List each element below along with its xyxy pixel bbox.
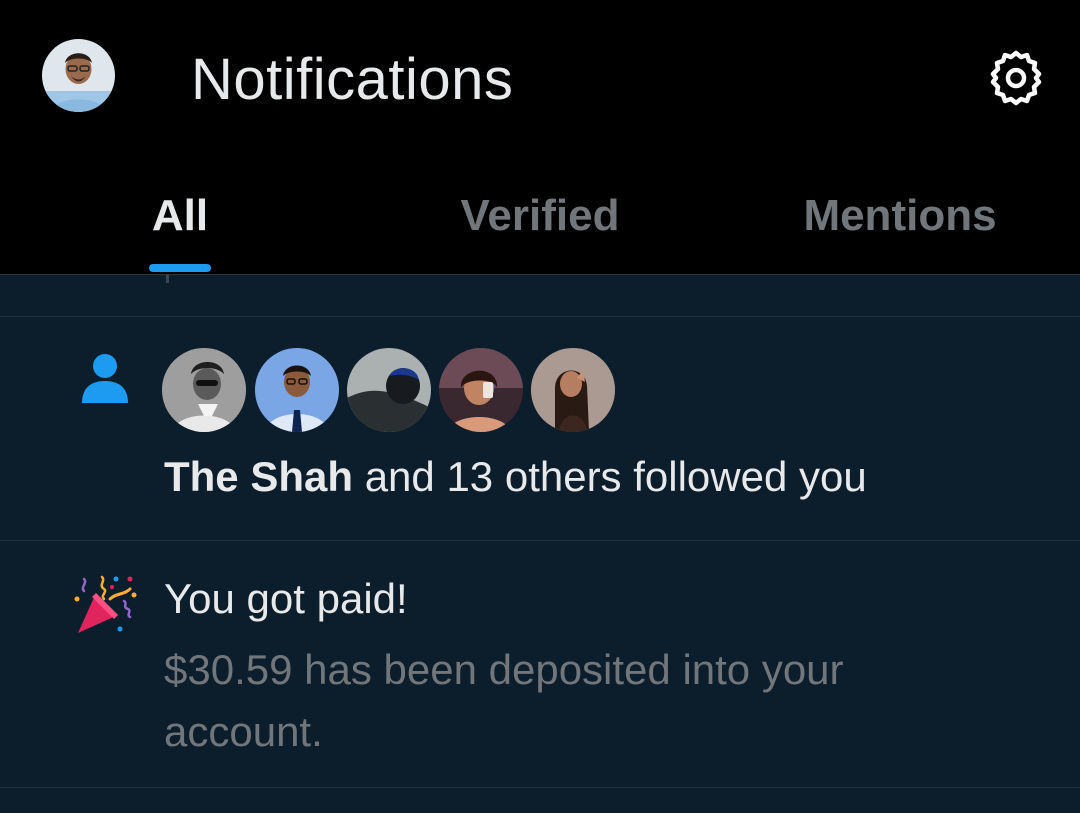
tab-verified[interactable]: Verified [440,186,640,246]
gear-icon [990,50,1042,106]
top-bar: Notifications All Verified Mentions [0,0,1080,275]
follow-message-text: and 13 others followed you [353,453,867,500]
page-title: Notifications [191,47,514,112]
follower-avatar[interactable] [531,348,615,432]
payment-body: $30.59 has been deposited into your acco… [164,646,844,755]
person-icon [82,354,128,403]
profile-avatar[interactable] [42,39,115,112]
payment-title: You got paid! [164,575,408,622]
follow-message: The Shah and 13 others followed you [164,449,867,505]
settings-button[interactable] [986,48,1046,108]
follower-avatar[interactable] [162,348,246,432]
divider-mark [166,275,169,283]
follower-avatar[interactable] [255,348,339,432]
tab-all[interactable]: All [150,186,210,246]
follow-notification[interactable]: The Shah and 13 others followed you [0,317,1080,541]
follower-name[interactable]: The Shah [164,453,353,500]
feed-top-divider [0,275,1080,317]
payment-notification[interactable]: You got paid! $30.59 has been deposited … [0,541,1080,788]
tab-mentions[interactable]: Mentions [785,186,1015,246]
follower-avatar[interactable] [347,348,431,432]
active-tab-indicator [149,264,211,272]
notifications-screen: Notifications All Verified Mentions The … [0,0,1080,813]
party-popper-icon [74,575,137,633]
follower-avatar[interactable] [439,348,523,432]
